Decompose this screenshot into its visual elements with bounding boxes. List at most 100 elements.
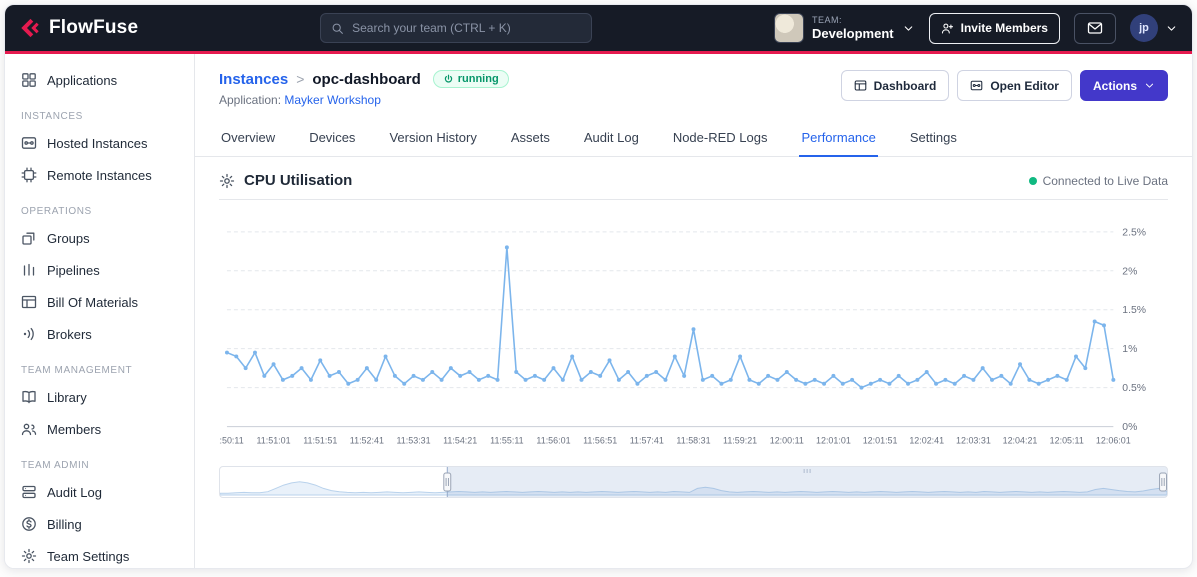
svg-text:11:56:51: 11:56:51 — [583, 435, 617, 445]
svg-text:11:50:11: 11:50:11 — [219, 435, 244, 445]
power-icon — [444, 74, 452, 82]
notifications-button[interactable] — [1073, 12, 1116, 44]
sidebar-item-audit-log[interactable]: Audit Log — [5, 476, 194, 508]
svg-text:11:51:51: 11:51:51 — [303, 435, 337, 445]
sidebar-item-bill-of-materials[interactable]: Bill Of Materials — [5, 286, 194, 318]
application-link[interactable]: Mayker Workshop — [284, 93, 380, 107]
search-icon — [332, 23, 343, 34]
sidebar-item-label: Bill Of Materials — [47, 294, 139, 310]
top-navbar: FlowFuse TEAM: Development — [5, 5, 1192, 54]
instance-tabs: Overview Devices Version History Assets … — [195, 120, 1192, 157]
mail-icon — [1087, 22, 1103, 34]
svg-text:11:56:01: 11:56:01 — [536, 435, 570, 445]
team-label: TEAM: — [811, 14, 842, 25]
sidebar-item-members[interactable]: Members — [5, 413, 194, 445]
sidebar-item-applications[interactable]: Applications — [5, 64, 194, 96]
status-badge: running — [432, 70, 509, 88]
brand-name: FlowFuse — [49, 17, 139, 38]
sidebar-item-label: Billing — [47, 516, 82, 532]
tab-audit-log[interactable]: Audit Log — [582, 120, 641, 157]
svg-text:11:59:21: 11:59:21 — [723, 435, 757, 445]
sidebar-item-label: Members — [47, 421, 102, 437]
tab-overview[interactable]: Overview — [219, 120, 277, 157]
chevron-down-icon — [1167, 25, 1176, 31]
sidebar-section-team-admin: TEAM ADMIN — [21, 460, 90, 471]
instance-icon — [21, 137, 37, 149]
svg-text:12:02:41: 12:02:41 — [909, 435, 944, 445]
sidebar-section-instances: INSTANCES — [21, 111, 83, 122]
server-icon — [22, 485, 36, 499]
sidebar-item-brokers[interactable]: Brokers — [5, 318, 194, 350]
dashboard-button[interactable]: Dashboard — [840, 70, 950, 101]
svg-text:11:53:31: 11:53:31 — [397, 435, 431, 445]
sidebar-section-team-management: TEAM MANAGEMENT — [21, 365, 133, 376]
svg-text:11:54:21: 11:54:21 — [443, 435, 477, 445]
gear-icon — [219, 173, 235, 188]
sidebar-item-team-settings[interactable]: Team Settings — [5, 540, 194, 568]
svg-text:0.5%: 0.5% — [1122, 383, 1146, 394]
user-menu[interactable]: jp — [1129, 14, 1178, 42]
users-icon — [21, 423, 37, 436]
flowfuse-brand[interactable]: FlowFuse — [19, 17, 138, 39]
svg-text:12:04:21: 12:04:21 — [1003, 435, 1038, 445]
chip-icon — [21, 167, 37, 183]
billing-icon — [22, 517, 36, 531]
sidebar-item-pipelines[interactable]: Pipelines — [5, 254, 194, 286]
breadcrumb-instances-link[interactable]: Instances — [219, 71, 288, 88]
tab-settings[interactable]: Settings — [908, 120, 959, 157]
navigator-svg[interactable] — [220, 467, 1167, 498]
svg-text:11:51:01: 11:51:01 — [256, 435, 290, 445]
chevron-down-icon — [904, 25, 912, 31]
team-search[interactable] — [320, 13, 593, 43]
tab-performance[interactable]: Performance — [799, 120, 878, 157]
breadcrumb: Instances > opc-dashboard running — [219, 70, 509, 88]
pipelines-icon — [23, 263, 35, 276]
app-window: FlowFuse TEAM: Development — [4, 4, 1193, 569]
user-avatar: jp — [1129, 14, 1158, 42]
svg-text:12:01:01: 12:01:01 — [816, 435, 851, 445]
person-plus-icon — [941, 23, 953, 33]
team-avatar — [773, 13, 804, 43]
sidebar-item-label: Remote Instances — [47, 167, 152, 183]
sidebar-item-groups[interactable]: Groups — [5, 222, 194, 254]
tab-devices[interactable]: Devices — [307, 120, 357, 157]
instance-name: opc-dashboard — [312, 70, 421, 88]
svg-text:12:01:51: 12:01:51 — [863, 435, 898, 445]
actions-button[interactable]: Actions — [1079, 70, 1168, 101]
sidebar-item-library[interactable]: Library — [5, 381, 194, 413]
svg-text:12:03:31: 12:03:31 — [956, 435, 991, 445]
sidebar-item-remote-instances[interactable]: Remote Instances — [5, 159, 194, 191]
svg-text:1.5%: 1.5% — [1122, 305, 1146, 316]
editor-icon — [971, 80, 983, 91]
actions-button-label: Actions — [1092, 78, 1137, 93]
sidebar-item-label: Pipelines — [47, 262, 100, 278]
cpu-chart: 0% 0.5% 1% 1.5% 2% 2.5% 11:50:11 11:51:01 11:51:… — [219, 227, 1146, 445]
sidebar-item-billing[interactable]: Billing — [5, 508, 194, 540]
flowfuse-logo-icon — [21, 18, 39, 38]
tab-assets[interactable]: Assets — [509, 120, 552, 157]
open-editor-button[interactable]: Open Editor — [957, 70, 1072, 101]
svg-text:12:06:01: 12:06:01 — [1096, 435, 1131, 445]
tab-node-red-logs[interactable]: Node-RED Logs — [671, 120, 770, 157]
application-line: Application: Mayker Workshop — [219, 93, 509, 107]
dashboard-icon — [854, 80, 866, 91]
svg-text:1%: 1% — [1122, 344, 1137, 355]
tab-version-history[interactable]: Version History — [387, 120, 478, 157]
svg-text:11:58:31: 11:58:31 — [676, 435, 710, 445]
sidebar-item-label: Audit Log — [47, 484, 102, 500]
svg-text:2%: 2% — [1122, 266, 1137, 277]
groups-icon — [22, 232, 35, 245]
main-content: Instances > opc-dashboard running Applic… — [195, 54, 1192, 568]
sidebar-item-hosted-instances[interactable]: Hosted Instances — [5, 127, 194, 159]
team-name: Development — [811, 25, 894, 41]
application-label: Application: — [219, 93, 282, 107]
invite-members-button[interactable]: Invite Members — [928, 12, 1060, 44]
sidebar-item-label: Library — [47, 389, 87, 405]
panel-title-row: CPU Utilisation — [219, 172, 352, 189]
sidebar-item-label: Hosted Instances — [47, 135, 148, 151]
chart-navigator[interactable] — [219, 466, 1168, 499]
team-selector[interactable]: TEAM: Development — [773, 13, 915, 43]
status-badge-label: running — [457, 73, 499, 85]
grid-icon — [22, 73, 36, 87]
search-input[interactable] — [352, 21, 582, 35]
